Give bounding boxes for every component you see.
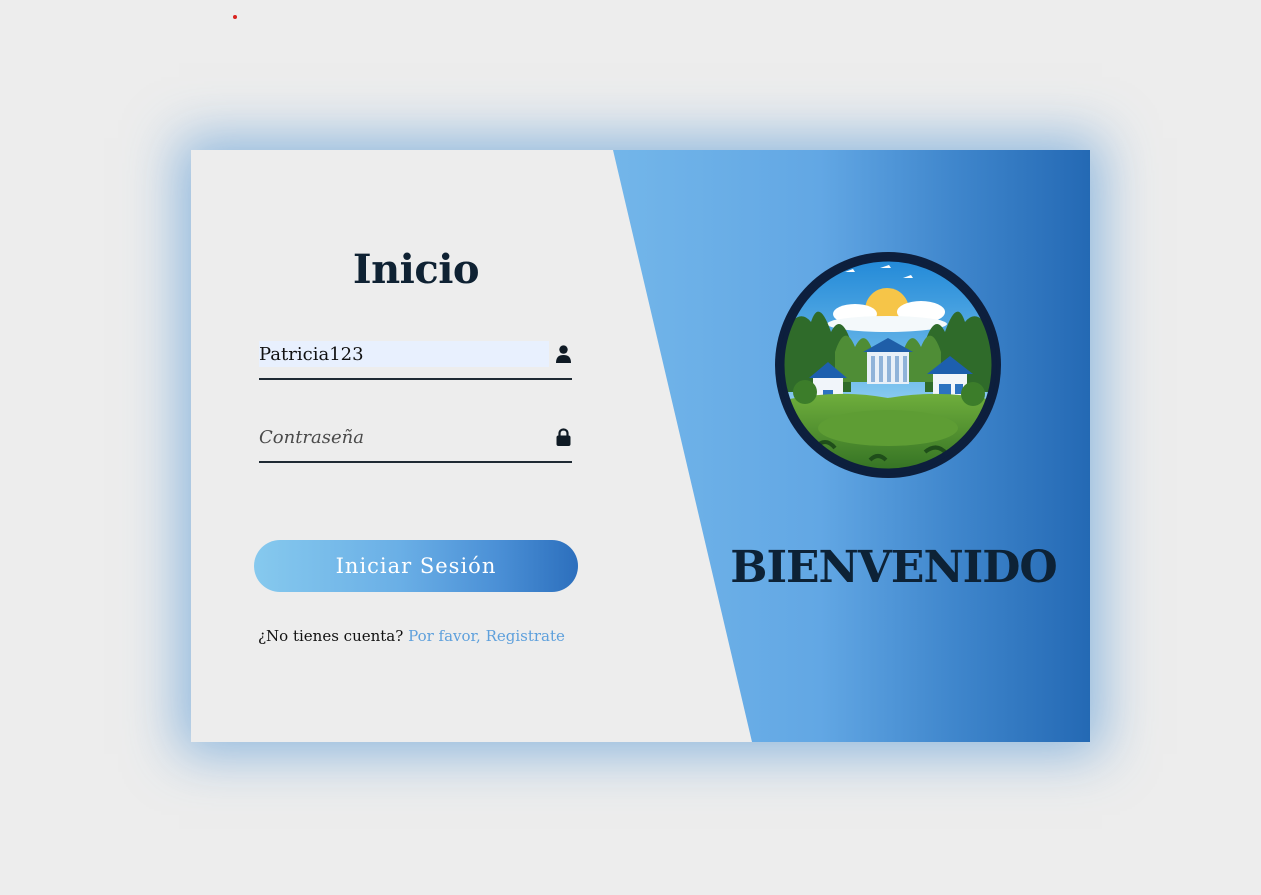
campus-landscape-logo — [775, 252, 1001, 478]
username-input[interactable] — [259, 341, 549, 367]
welcome-heading: BIENVENIDO — [730, 542, 1058, 593]
user-icon — [556, 345, 571, 363]
page-title: Inicio — [352, 246, 480, 293]
password-input[interactable] — [259, 424, 549, 450]
no-account-text: ¿No tienes cuenta? — [258, 627, 404, 645]
login-card: Inicio Iniciar Sesión ¿No tienes cuenta?… — [191, 150, 1090, 742]
username-field — [259, 340, 572, 380]
login-button[interactable]: Iniciar Sesión — [254, 540, 578, 592]
password-field — [259, 423, 572, 463]
register-link[interactable]: Por favor, Registrate — [408, 627, 565, 645]
red-dot-marker — [233, 15, 237, 19]
login-form: Inicio Iniciar Sesión ¿No tienes cuenta?… — [191, 150, 641, 742]
register-prompt: ¿No tienes cuenta? Por favor, Registrate — [258, 627, 565, 645]
lock-icon — [556, 428, 571, 446]
